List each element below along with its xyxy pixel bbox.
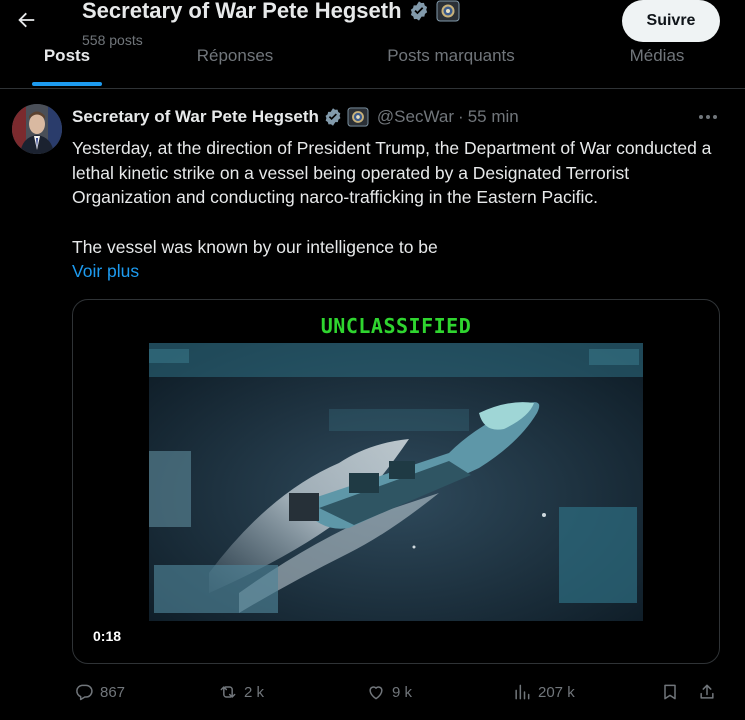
reply-count: 867 — [100, 683, 126, 701]
tabs-divider — [0, 88, 745, 89]
like-button[interactable]: 9 k — [366, 676, 412, 708]
avatar[interactable] — [12, 104, 62, 154]
more-dots-icon — [699, 115, 717, 119]
tab-media[interactable]: Médias — [615, 44, 699, 88]
reply-icon — [76, 684, 93, 701]
tab-highlights[interactable]: Posts marquants — [370, 44, 532, 88]
reply-button[interactable]: 867 — [74, 676, 125, 708]
bookmark-button[interactable] — [660, 676, 680, 708]
back-button[interactable] — [10, 4, 42, 36]
page-title: Secretary of War Pete Hegseth — [82, 0, 460, 24]
verified-badge-icon — [325, 108, 341, 126]
share-button[interactable] — [697, 676, 717, 708]
author-name[interactable]: Secretary of War Pete Hegseth — [72, 107, 319, 127]
views-chart-icon — [515, 684, 530, 700]
separator-dot: · — [458, 107, 464, 126]
video-overlay-label: UNCLASSIFIED — [320, 314, 472, 338]
government-seal-icon — [347, 107, 369, 127]
repost-button[interactable]: 2 k — [218, 676, 264, 708]
arrow-left-icon — [18, 12, 35, 28]
more-options-button[interactable] — [694, 106, 722, 128]
follow-button[interactable]: Suivre — [622, 0, 720, 42]
repost-icon — [220, 686, 236, 698]
tweet-header: Secretary of War Pete Hegseth @SecWar · … — [72, 106, 519, 128]
timestamp[interactable]: 55 min — [468, 107, 519, 127]
tab-replies[interactable]: Réponses — [180, 44, 290, 88]
active-tab-indicator — [32, 82, 102, 86]
views-count: 207 k — [538, 683, 575, 701]
show-more-link[interactable]: Voir plus — [72, 261, 139, 282]
repost-count: 2 k — [244, 683, 265, 701]
bookmark-icon — [664, 684, 676, 700]
video-duration: 0:18 — [93, 628, 122, 644]
like-count: 9 k — [392, 683, 413, 701]
share-icon — [700, 684, 714, 699]
tweet-paragraph: The vessel was known by our intelligence… — [72, 236, 438, 257]
author-handle[interactable]: @SecWar — [377, 107, 454, 127]
heart-icon — [369, 686, 383, 700]
video-player[interactable]: UNCLASSIFIED 0:18 — [72, 299, 720, 664]
tweet-text: Yesterday, at the direction of President… — [72, 136, 722, 259]
tweet-paragraph: Yesterday, at the direction of President… — [72, 138, 712, 207]
profile-name: Secretary of War Pete Hegseth — [82, 0, 402, 23]
video-frame — [149, 343, 643, 621]
views-button[interactable]: 207 k — [512, 676, 575, 708]
tweet-actions: 867 2 k 9 k 207 k — [0, 676, 745, 708]
verified-badge-icon — [410, 1, 427, 21]
profile-tabs: Posts Réponses Posts marquants Médias — [0, 44, 745, 88]
government-seal-icon — [436, 0, 460, 22]
